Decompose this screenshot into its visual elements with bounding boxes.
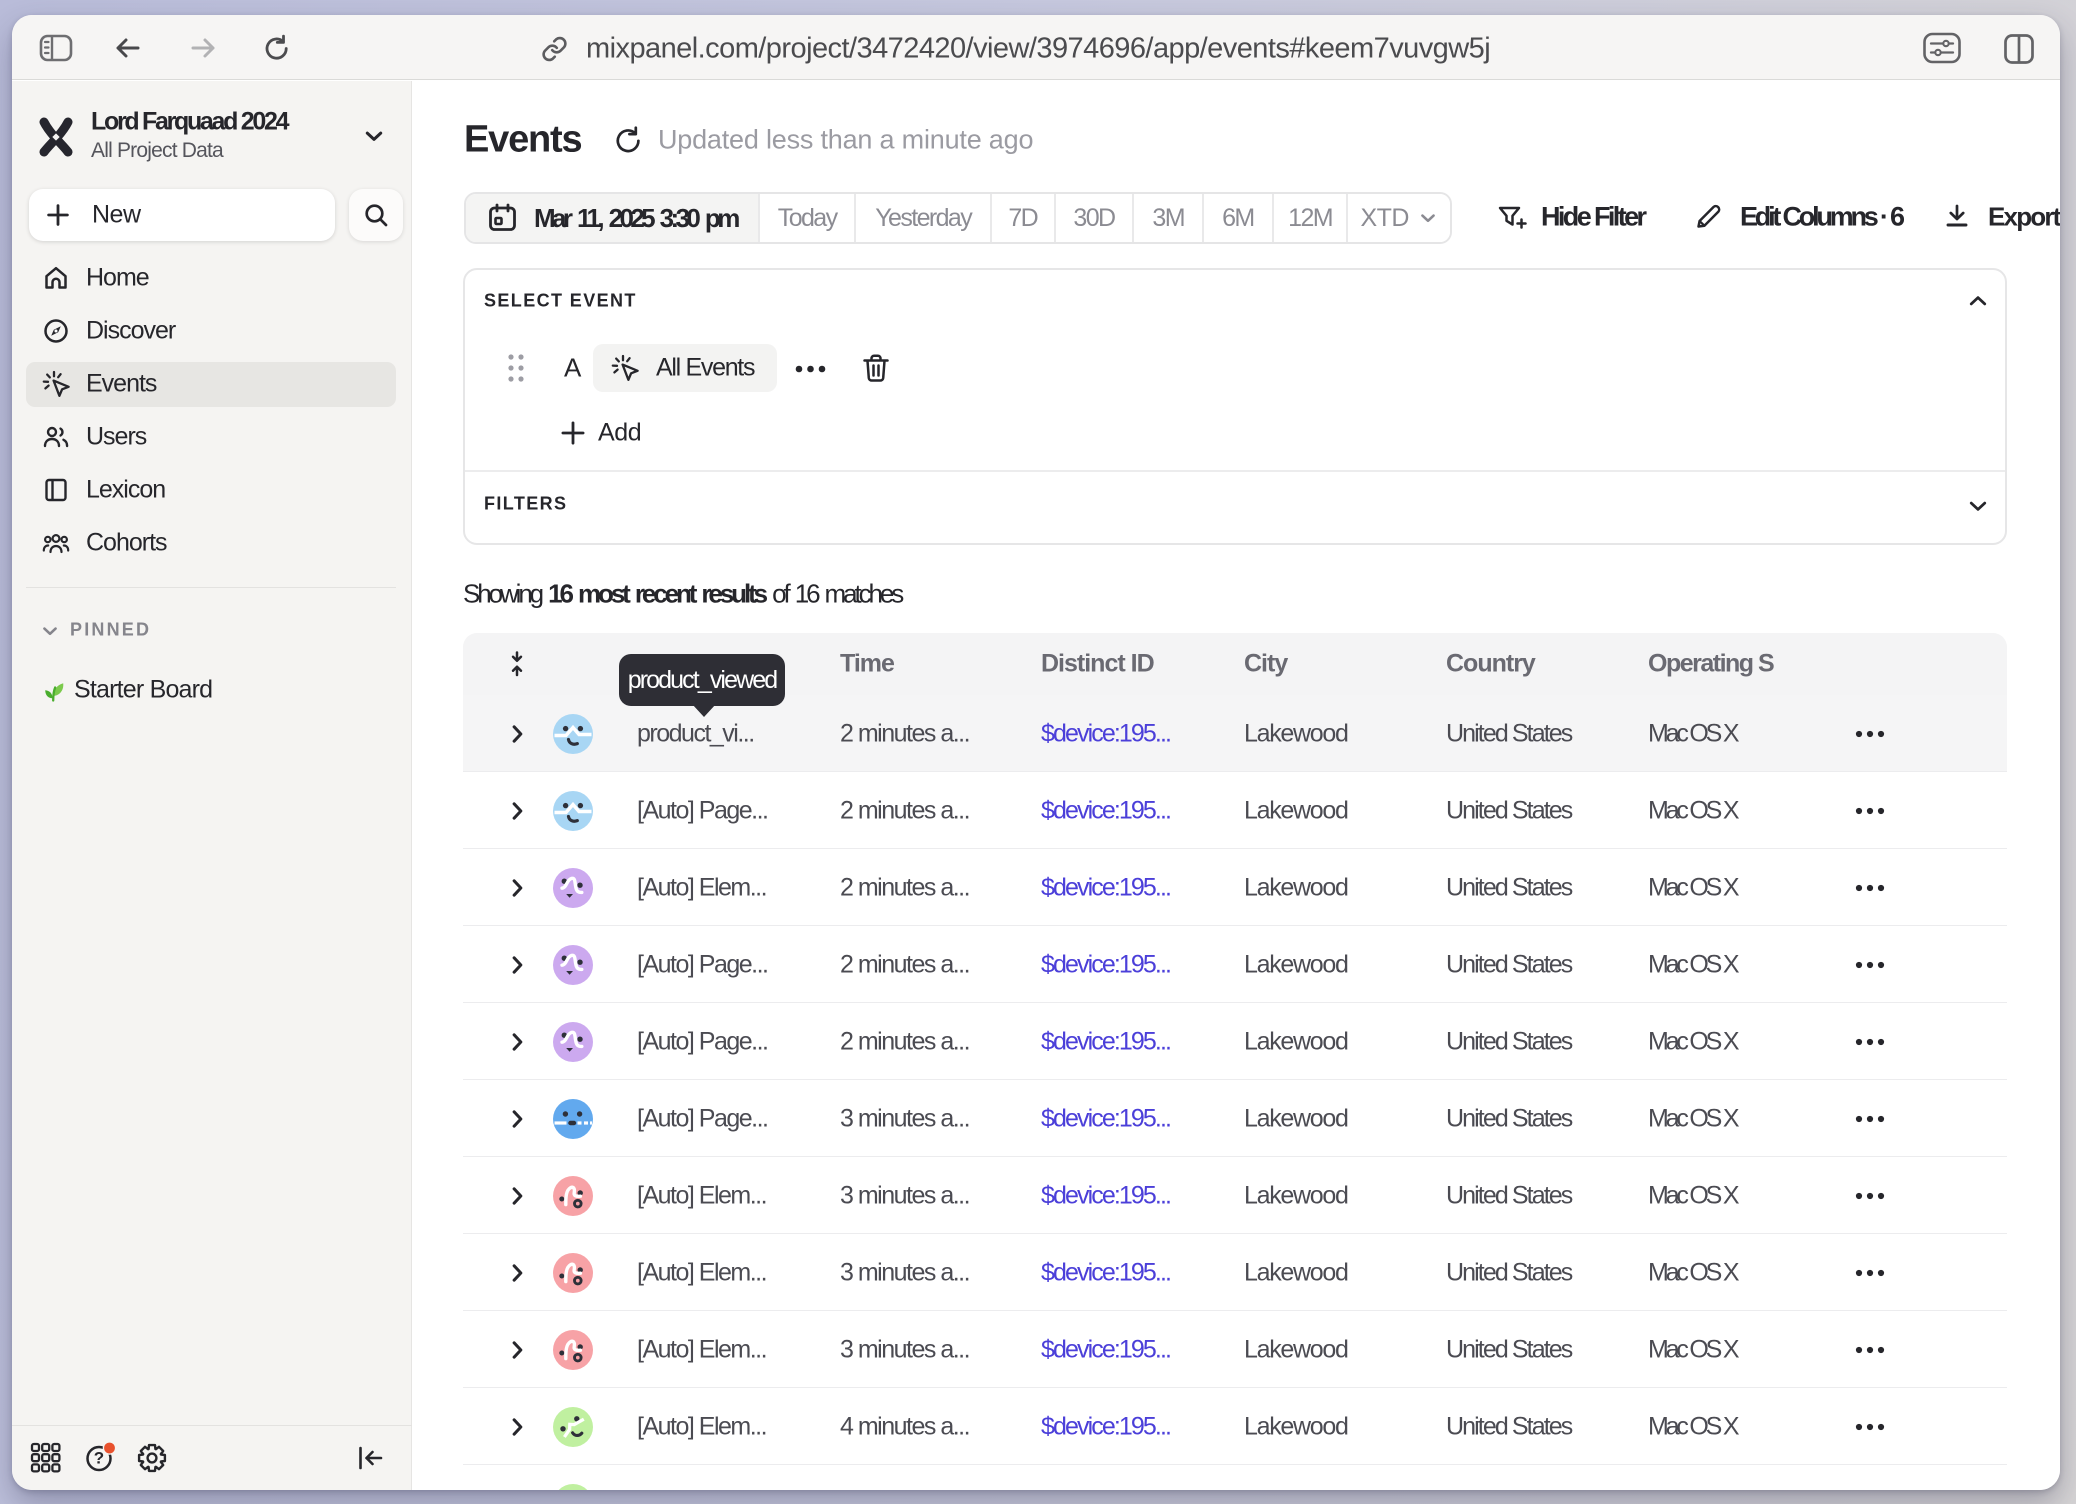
svg-text:?: ? [94, 1449, 104, 1468]
